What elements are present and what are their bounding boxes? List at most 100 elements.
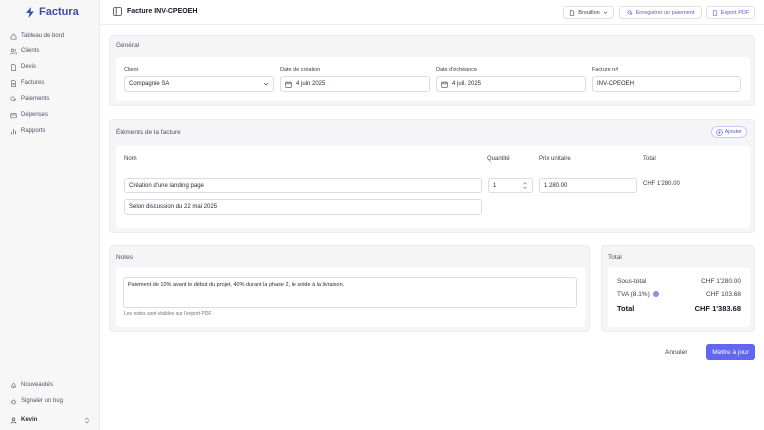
sidebar-item-label: Devis <box>21 64 37 70</box>
users-icon <box>10 48 17 54</box>
notes-hint: Les notes sont visibles sur l'export PDF <box>124 311 212 317</box>
created-value: 4 juin 2025 <box>296 81 326 87</box>
notes-inner: Paiement de 10% avant le début du projet… <box>116 267 585 327</box>
created-date-picker[interactable]: 4 juin 2025 <box>280 76 430 92</box>
item-description-value: Selon discussion du 22 mai 2025 <box>129 204 218 210</box>
sidebar-item-label: Clients <box>21 48 40 54</box>
page-title: Facture INV-CPEOEH <box>127 8 198 15</box>
calendar-icon <box>441 80 448 88</box>
app-name: Factura <box>39 6 79 18</box>
top-bar: Facture INV-CPEOEH Brouillon Enregistrer… <box>100 0 764 25</box>
home-icon <box>10 33 17 40</box>
record-payment-label: Enregistrer un paiement <box>635 9 695 16</box>
sidebar-item-label: Factures <box>21 80 45 86</box>
coins-icon <box>10 95 16 101</box>
sidebar-item-factures[interactable]: Factures <box>0 75 44 91</box>
totals-card: Total Sous-total CHF 1'280.00 TVA (8.1%)… <box>601 245 755 332</box>
wallet-icon <box>10 112 17 118</box>
invoice-number-value: INV-CPEOEH <box>597 81 635 87</box>
add-item-button[interactable]: Ajouter <box>710 126 747 138</box>
notes-title: Notes <box>116 254 133 261</box>
item-quantity-stepper[interactable]: 1 <box>488 178 533 193</box>
client-select[interactable]: Compagnie SA <box>124 76 274 92</box>
calendar-icon <box>285 80 292 88</box>
sidebar-item-paiements[interactable]: Paiements <box>0 91 49 107</box>
totals-title: Total <box>608 254 622 261</box>
sidebar-item-rapports[interactable]: Rapports <box>0 123 45 139</box>
user-name: Kevin <box>21 417 38 423</box>
general-title: Général <box>116 42 140 49</box>
plus-circle-icon <box>715 128 723 136</box>
status-label: Brouillon <box>578 9 600 16</box>
item-name-input[interactable]: Création d'une landing page <box>124 178 482 193</box>
sidebar-item-label: Tableau de bord <box>21 33 65 39</box>
general-inner: Client Compagnie SA Date de création 4 j… <box>116 57 750 101</box>
client-label: Client <box>124 67 139 73</box>
notes-card: Notes Paiement de 10% avant le début du … <box>109 245 590 332</box>
stepper-arrows-icon[interactable] <box>522 181 528 190</box>
column-name: Nom <box>124 156 137 162</box>
item-unit-price-value: 1 280.00 <box>544 182 568 189</box>
sidebar-toggle-icon[interactable] <box>113 7 122 16</box>
bell-icon <box>10 382 17 388</box>
brand[interactable]: Factura <box>25 6 79 18</box>
cancel-button[interactable]: Annuler <box>665 345 687 360</box>
sidebar-item-label: Paiements <box>21 96 50 102</box>
sidebar-item-label: Signaler un bug <box>21 398 64 404</box>
due-label: Date d'échéance <box>436 67 478 73</box>
title-wrap: Facture INV-CPEOEH <box>113 7 197 16</box>
chevrons-up-down-icon <box>85 417 89 423</box>
subtotal-row: Sous-total CHF 1'280.00 <box>617 278 741 285</box>
sidebar-item-depenses[interactable]: Dépenses <box>0 107 48 123</box>
item-unit-price-input[interactable]: 1 280.00 <box>539 178 637 193</box>
sidebar-item-label: Rapports <box>21 128 46 134</box>
sidebar-item-devis[interactable]: Devis <box>0 59 36 75</box>
column-unit-price: Prix unitaire <box>539 156 571 162</box>
invoice-number-field[interactable]: INV-CPEOEH <box>592 76 741 92</box>
item-description-input[interactable]: Selon discussion du 22 mai 2025 <box>124 199 482 215</box>
info-icon[interactable] <box>652 291 659 298</box>
record-payment-button[interactable]: Enregistrer un paiement <box>619 6 702 19</box>
status-dropdown[interactable]: Brouillon <box>563 6 614 19</box>
item-quantity-value: 1 <box>493 182 497 189</box>
update-button[interactable]: Mettre à jour <box>706 344 755 360</box>
total-value: CHF 1'383.68 <box>694 304 741 313</box>
vat-label: TVA (8.1%) <box>617 291 650 298</box>
sidebar-item-label: Nouveautés <box>21 382 54 388</box>
vat-row: TVA (8.1%) CHF 103.68 <box>617 291 741 298</box>
chevron-down-icon <box>603 11 607 14</box>
items-card: Éléments de la facture Ajouter Nom Quant… <box>109 119 755 233</box>
sidebar-item-dashboard[interactable]: Tableau de bord <box>0 28 64 44</box>
file-icon <box>11 63 16 71</box>
item-name-value: Création d'une landing page <box>129 182 204 189</box>
user-menu[interactable]: Kevin <box>0 412 100 428</box>
subtotal-value: CHF 1'280.00 <box>701 278 741 285</box>
file-export-icon <box>712 9 717 16</box>
notes-value: Paiement de 10% avant le début du projet… <box>128 282 345 288</box>
bar-chart-icon <box>11 128 16 134</box>
sidebar-item-clients[interactable]: Clients <box>0 43 39 59</box>
notes-textarea[interactable]: Paiement de 10% avant le début du projet… <box>123 277 577 308</box>
vat-value: CHF 103.68 <box>705 291 741 298</box>
user-icon <box>10 417 17 424</box>
bug-icon <box>10 399 17 404</box>
sidebar-item-nouveautes[interactable]: Nouveautés <box>0 377 53 393</box>
export-pdf-button[interactable]: Export PDF <box>706 6 755 19</box>
total-label: Total <box>617 304 635 313</box>
due-value: 4 juil. 2025 <box>452 81 482 87</box>
subtotal-label: Sous-total <box>617 278 647 285</box>
sidebar-item-label: Dépenses <box>21 112 49 118</box>
sidebar: Factura Tableau de bord Clients Devis Fa… <box>0 0 100 430</box>
sidebar-item-bug[interactable]: Signaler un bug <box>0 393 63 409</box>
item-total-value: CHF 1'280.00 <box>643 181 680 187</box>
invoice-number-label: Facture n# <box>592 67 619 73</box>
bolt-icon <box>26 6 34 18</box>
general-card: Général Client Compagnie SA Date de créa… <box>109 35 755 106</box>
column-total: Total <box>643 156 656 162</box>
column-quantity: Quantité <box>487 156 510 162</box>
due-date-picker[interactable]: 4 juil. 2025 <box>436 76 586 92</box>
file-text-icon <box>11 79 16 87</box>
add-item-label: Ajouter <box>724 129 742 135</box>
client-value: Compagnie SA <box>129 81 170 87</box>
total-row: Total CHF 1'383.68 <box>617 304 741 313</box>
